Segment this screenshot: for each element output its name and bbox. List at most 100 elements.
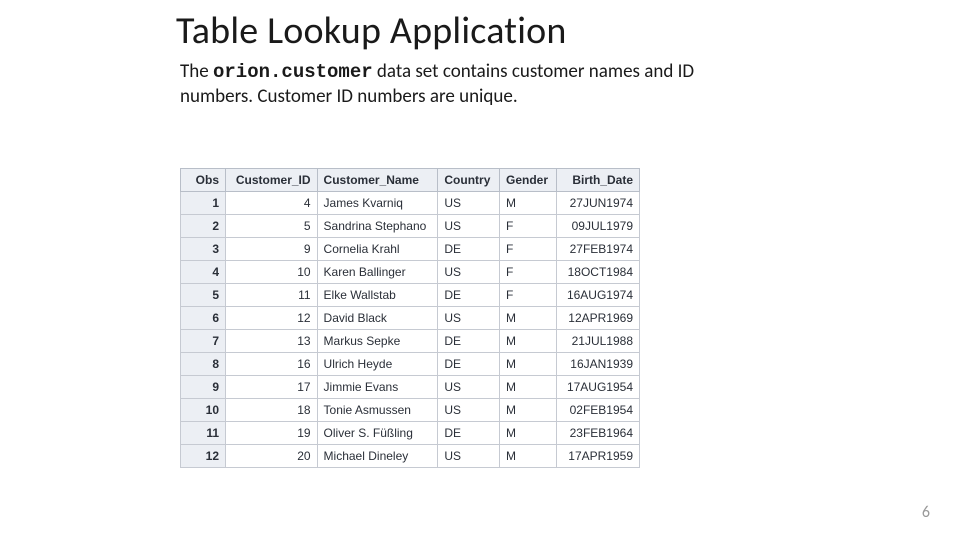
data-table: Obs Customer_ID Customer_Name Country Ge… [180,168,640,468]
cell-obs: 3 [181,238,226,261]
cell-birth-date: 21JUL1988 [557,330,640,353]
cell-customer-id: 12 [226,307,318,330]
page-title: Table Lookup Application [176,8,567,54]
col-country: Country [438,169,500,192]
cell-country: US [438,376,500,399]
cell-country: DE [438,422,500,445]
cell-birth-date: 17AUG1954 [557,376,640,399]
cell-obs: 4 [181,261,226,284]
cell-customer-name: Elke Wallstab [317,284,438,307]
table-row: 8 16 Ulrich Heyde DE M 16JAN1939 [181,353,640,376]
cell-customer-id: 17 [226,376,318,399]
table-row: 11 19 Oliver S. Füßling DE M 23FEB1964 [181,422,640,445]
cell-country: US [438,445,500,468]
table-row: 2 5 Sandrina Stephano US F 09JUL1979 [181,215,640,238]
col-customer-id: Customer_ID [226,169,318,192]
table-row: 4 10 Karen Ballinger US F 18OCT1984 [181,261,640,284]
cell-customer-id: 9 [226,238,318,261]
cell-customer-name: Cornelia Krahl [317,238,438,261]
cell-gender: M [499,192,556,215]
cell-obs: 1 [181,192,226,215]
table-header-row: Obs Customer_ID Customer_Name Country Ge… [181,169,640,192]
cell-birth-date: 16JAN1939 [557,353,640,376]
table-row: 5 11 Elke Wallstab DE F 16AUG1974 [181,284,640,307]
cell-birth-date: 18OCT1984 [557,261,640,284]
subtitle-pre: The [180,60,213,83]
cell-country: DE [438,330,500,353]
cell-gender: M [499,330,556,353]
table-row: 7 13 Markus Sepke DE M 21JUL1988 [181,330,640,353]
cell-customer-name: David Black [317,307,438,330]
cell-gender: F [499,238,556,261]
cell-customer-name: Ulrich Heyde [317,353,438,376]
cell-customer-id: 5 [226,215,318,238]
cell-country: US [438,192,500,215]
cell-customer-id: 4 [226,192,318,215]
cell-customer-id: 19 [226,422,318,445]
table-body: 1 4 James Kvarniq US M 27JUN1974 2 5 San… [181,192,640,468]
table-row: 10 18 Tonie Asmussen US M 02FEB1954 [181,399,640,422]
cell-gender: M [499,307,556,330]
cell-customer-id: 20 [226,445,318,468]
table-head: Obs Customer_ID Customer_Name Country Ge… [181,169,640,192]
cell-customer-id: 13 [226,330,318,353]
cell-birth-date: 27JUN1974 [557,192,640,215]
cell-country: US [438,215,500,238]
cell-birth-date: 17APR1959 [557,445,640,468]
cell-country: US [438,261,500,284]
cell-gender: M [499,399,556,422]
cell-customer-name: Karen Ballinger [317,261,438,284]
table-row: 3 9 Cornelia Krahl DE F 27FEB1974 [181,238,640,261]
cell-customer-name: Jimmie Evans [317,376,438,399]
cell-obs: 5 [181,284,226,307]
cell-birth-date: 27FEB1974 [557,238,640,261]
cell-obs: 12 [181,445,226,468]
cell-gender: M [499,445,556,468]
cell-obs: 10 [181,399,226,422]
cell-customer-name: Michael Dineley [317,445,438,468]
cell-obs: 7 [181,330,226,353]
slide: Table Lookup Application The orion.custo… [0,0,960,540]
cell-gender: F [499,261,556,284]
cell-customer-id: 10 [226,261,318,284]
table-row: 1 4 James Kvarniq US M 27JUN1974 [181,192,640,215]
cell-gender: F [499,284,556,307]
cell-country: DE [438,238,500,261]
cell-obs: 9 [181,376,226,399]
cell-birth-date: 09JUL1979 [557,215,640,238]
data-table-wrap: Obs Customer_ID Customer_Name Country Ge… [180,168,640,468]
subtitle: The orion.customer data set contains cus… [180,60,740,109]
cell-customer-name: Sandrina Stephano [317,215,438,238]
col-customer-name: Customer_Name [317,169,438,192]
cell-country: US [438,399,500,422]
cell-obs: 6 [181,307,226,330]
col-gender: Gender [499,169,556,192]
cell-obs: 2 [181,215,226,238]
cell-gender: M [499,376,556,399]
cell-gender: F [499,215,556,238]
table-row: 6 12 David Black US M 12APR1969 [181,307,640,330]
table-row: 9 17 Jimmie Evans US M 17AUG1954 [181,376,640,399]
table-row: 12 20 Michael Dineley US M 17APR1959 [181,445,640,468]
cell-obs: 8 [181,353,226,376]
cell-customer-name: Oliver S. Füßling [317,422,438,445]
cell-birth-date: 12APR1969 [557,307,640,330]
cell-country: US [438,307,500,330]
subtitle-code: orion.customer [213,61,373,83]
cell-gender: M [499,353,556,376]
cell-customer-id: 11 [226,284,318,307]
cell-birth-date: 02FEB1954 [557,399,640,422]
cell-customer-id: 18 [226,399,318,422]
cell-country: DE [438,353,500,376]
page-number: 6 [922,503,930,522]
cell-country: DE [438,284,500,307]
cell-customer-name: Tonie Asmussen [317,399,438,422]
col-birth-date: Birth_Date [557,169,640,192]
cell-customer-name: James Kvarniq [317,192,438,215]
cell-customer-id: 16 [226,353,318,376]
col-obs: Obs [181,169,226,192]
cell-birth-date: 16AUG1974 [557,284,640,307]
cell-birth-date: 23FEB1964 [557,422,640,445]
cell-customer-name: Markus Sepke [317,330,438,353]
cell-gender: M [499,422,556,445]
